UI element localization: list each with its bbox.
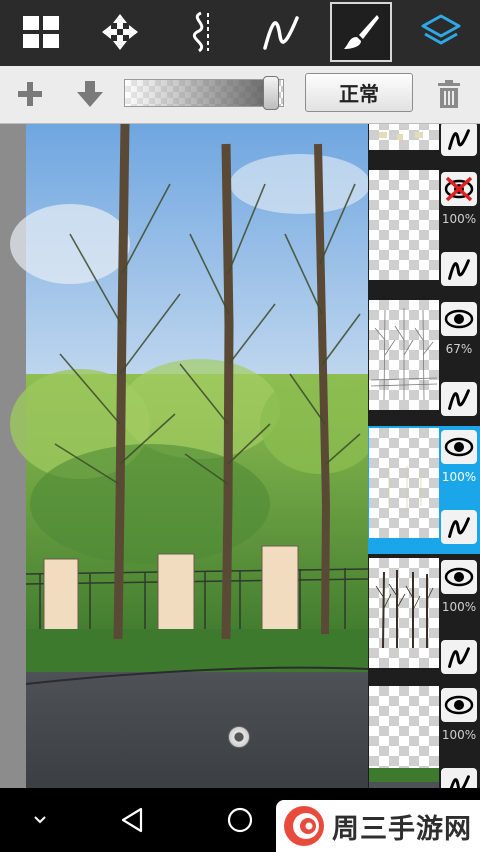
stroke-curve-icon <box>448 129 470 150</box>
eye-icon <box>444 437 474 457</box>
trash-icon <box>438 80 460 108</box>
symmetry-ruler-icon <box>193 11 209 53</box>
merge-down-button[interactable] <box>72 76 108 112</box>
watermark-text: 周三手游网 <box>332 813 472 845</box>
layer-thumbnail <box>369 686 439 788</box>
layer-opacity-label: 67% <box>445 342 473 356</box>
move-tool-button[interactable] <box>89 2 151 62</box>
home-button[interactable] <box>220 802 260 838</box>
layer-thumbnail <box>369 558 439 668</box>
layers-icon <box>421 14 461 45</box>
move-arrows-icon <box>102 14 138 50</box>
hidden-x-icon <box>444 176 474 202</box>
stroke-curve-icon <box>449 775 470 788</box>
layer-blend-button[interactable] <box>441 124 477 156</box>
grid-menu-icon <box>23 16 59 48</box>
painting <box>0 124 368 788</box>
opacity-fill <box>125 80 277 106</box>
main-toolbar <box>0 0 480 66</box>
back-icon <box>121 807 143 833</box>
layer-blend-button[interactable] <box>441 252 477 286</box>
opacity-slider-thumb[interactable] <box>262 76 279 110</box>
grid-menu-button[interactable] <box>10 2 72 62</box>
stroke-curve-icon <box>448 389 470 410</box>
blend-mode-button[interactable]: 正常 <box>305 73 413 112</box>
eye-icon <box>444 695 474 715</box>
hide-keyboard-button[interactable] <box>20 802 60 838</box>
plus-icon <box>18 82 42 106</box>
brush-icon <box>344 15 379 49</box>
eye-icon <box>444 567 474 587</box>
layer-item[interactable]: 100% <box>368 556 480 684</box>
layer-blend-button[interactable] <box>441 510 477 544</box>
layer-visibility-toggle[interactable] <box>441 560 477 594</box>
layer-item[interactable] <box>368 124 480 166</box>
layer-thumbnail <box>369 124 439 150</box>
layer-item[interactable]: 67% <box>368 298 480 426</box>
layer-thumbnail <box>369 170 439 280</box>
opacity-track <box>124 79 284 107</box>
delete-layer-button[interactable] <box>431 76 467 112</box>
chevron-down-icon <box>34 816 46 824</box>
back-button[interactable] <box>112 802 152 838</box>
layer-item[interactable]: 100% <box>368 168 480 296</box>
stroke-curve-icon <box>263 16 299 50</box>
add-layer-button[interactable] <box>12 76 48 112</box>
layer-visibility-toggle[interactable] <box>441 172 477 206</box>
layer-item-selected[interactable]: 100% <box>368 426 480 554</box>
stroke-tool-button[interactable] <box>250 2 312 62</box>
layers-panel: 100% 67% 100% 100% 100% <box>368 124 480 788</box>
layer-visibility-toggle[interactable] <box>441 688 477 722</box>
layer-opacity-label: 100% <box>441 470 477 484</box>
layer-visibility-toggle[interactable] <box>441 302 477 336</box>
layer-blend-button[interactable] <box>441 768 477 788</box>
stroke-curve-icon <box>448 647 470 668</box>
home-icon <box>227 807 253 833</box>
layer-thumbnail <box>369 428 439 538</box>
layer-visibility-toggle[interactable] <box>441 430 477 464</box>
layer-blend-button[interactable] <box>441 382 477 416</box>
layer-opacity-slider[interactable] <box>124 76 292 110</box>
layer-item[interactable]: 100% <box>368 684 480 788</box>
layer-opacity-label: 100% <box>441 728 477 742</box>
layer-thumbnail <box>369 300 439 410</box>
arrow-down-icon <box>77 81 103 107</box>
layer-opacity-label: 100% <box>441 600 477 614</box>
layers-button[interactable] <box>410 2 472 62</box>
drawing-canvas[interactable] <box>0 124 368 788</box>
canvas-handle-icon[interactable] <box>228 726 250 748</box>
symmetry-ruler-button[interactable] <box>170 2 232 62</box>
layer-blend-button[interactable] <box>441 640 477 674</box>
site-watermark: 周三手游网 <box>276 800 480 852</box>
eye-icon <box>444 309 474 329</box>
stroke-curve-icon <box>448 259 470 280</box>
layer-opacity-label: 100% <box>441 212 477 226</box>
brush-tool-button[interactable] <box>330 2 392 62</box>
watermark-logo-icon <box>284 806 324 846</box>
stroke-curve-icon <box>448 517 470 538</box>
